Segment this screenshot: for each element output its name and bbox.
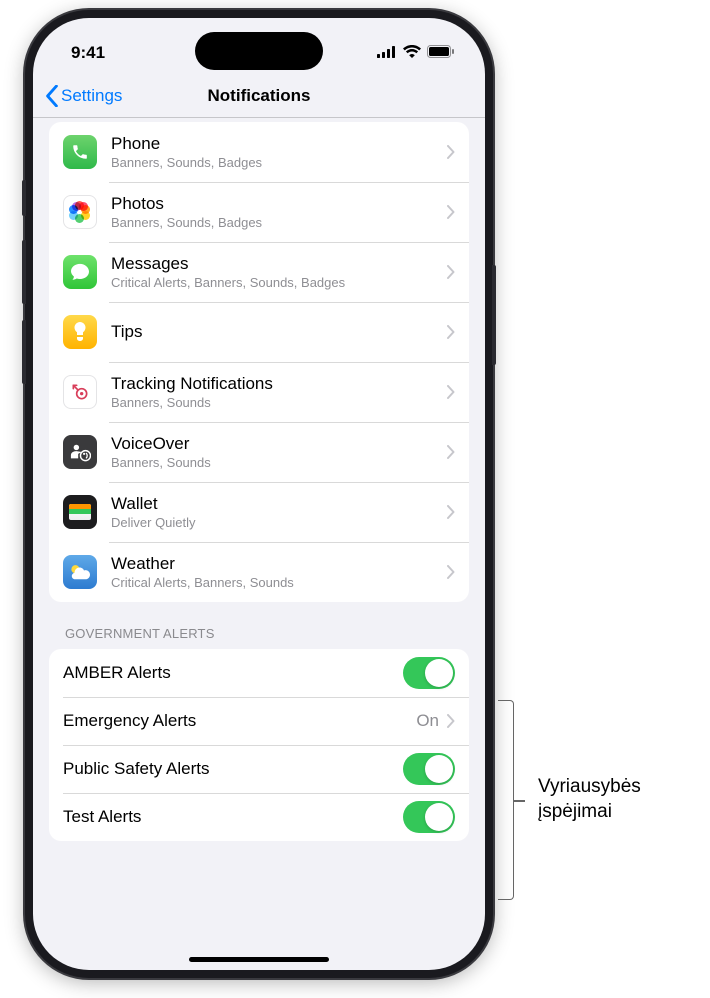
chevron-right-icon <box>447 565 455 579</box>
messages-icon <box>63 255 97 289</box>
chevron-right-icon <box>447 385 455 399</box>
phone-frame: 9:41 Settings Notifications PhoneB <box>25 10 493 978</box>
annotation-callout: Vyriausybės įspėjimai <box>498 700 641 900</box>
chevron-right-icon <box>447 325 455 339</box>
app-title: Tips <box>111 322 447 342</box>
government-alerts-list: AMBER Alerts Emergency AlertsOn Public Saf… <box>49 649 469 841</box>
app-title: Photos <box>111 194 447 214</box>
app-notification-list: PhoneBanners, Sounds, BadgesPhotosBanner… <box>49 122 469 602</box>
home-indicator[interactable] <box>189 957 329 962</box>
app-title: Weather <box>111 554 447 574</box>
app-subtitle: Critical Alerts, Banners, Sounds, Badges <box>111 275 447 290</box>
section-header-government-alerts: Government Alerts <box>49 602 469 649</box>
back-button[interactable]: Settings <box>45 85 122 107</box>
screen: 9:41 Settings Notifications PhoneB <box>33 18 485 970</box>
app-subtitle: Deliver Quietly <box>111 515 447 530</box>
app-row-tips[interactable]: Tips <box>49 302 469 362</box>
app-title: VoiceOver <box>111 434 447 454</box>
toggle-switch[interactable] <box>403 801 455 833</box>
gov-row-public-safety-alerts[interactable]: Public Safety Alerts <box>49 745 469 793</box>
app-row-phone[interactable]: PhoneBanners, Sounds, Badges <box>49 122 469 182</box>
row-value: On <box>416 711 439 731</box>
weather-icon <box>63 555 97 589</box>
row-label: AMBER Alerts <box>63 663 403 683</box>
app-subtitle: Banners, Sounds <box>111 455 447 470</box>
dynamic-island <box>195 32 323 70</box>
app-subtitle: Banners, Sounds, Badges <box>111 215 447 230</box>
chevron-right-icon <box>447 265 455 279</box>
chevron-right-icon <box>447 145 455 159</box>
mute-switch[interactable] <box>22 180 26 216</box>
app-row-wallet[interactable]: WalletDeliver Quietly <box>49 482 469 542</box>
status-time: 9:41 <box>71 43 105 63</box>
phone-icon <box>63 135 97 169</box>
tips-icon <box>63 315 97 349</box>
row-label: Test Alerts <box>63 807 403 827</box>
callout-label: Vyriausybės įspėjimai <box>538 775 641 824</box>
gov-row-test-alerts[interactable]: Test Alerts <box>49 793 469 841</box>
app-title: Messages <box>111 254 447 274</box>
page-title: Notifications <box>208 86 311 106</box>
power-button[interactable] <box>492 265 496 365</box>
tracking-icon <box>63 375 97 409</box>
app-subtitle: Banners, Sounds <box>111 395 447 410</box>
app-row-weather[interactable]: WeatherCritical Alerts, Banners, Sounds <box>49 542 469 602</box>
voiceover-icon <box>63 435 97 469</box>
chevron-right-icon <box>447 205 455 219</box>
gov-row-emergency-alerts[interactable]: Emergency AlertsOn <box>49 697 469 745</box>
chevron-right-icon <box>447 445 455 459</box>
volume-up-button[interactable] <box>22 240 26 304</box>
app-subtitle: Critical Alerts, Banners, Sounds <box>111 575 447 590</box>
row-label: Public Safety Alerts <box>63 759 403 779</box>
nav-bar: Settings Notifications <box>33 74 485 118</box>
chevron-right-icon <box>447 714 455 728</box>
app-title: Wallet <box>111 494 447 514</box>
row-label: Emergency Alerts <box>63 711 416 731</box>
gov-row-amber-alerts[interactable]: AMBER Alerts <box>49 649 469 697</box>
app-title: Tracking Notifications <box>111 374 447 394</box>
app-subtitle: Banners, Sounds, Badges <box>111 155 447 170</box>
wallet-icon <box>63 495 97 529</box>
chevron-right-icon <box>447 505 455 519</box>
toggle-switch[interactable] <box>403 753 455 785</box>
back-label: Settings <box>61 86 122 106</box>
app-row-photos[interactable]: PhotosBanners, Sounds, Badges <box>49 182 469 242</box>
battery-icon <box>427 43 455 63</box>
wifi-icon <box>403 43 421 63</box>
cellular-icon <box>377 43 397 63</box>
app-row-voiceover[interactable]: VoiceOverBanners, Sounds <box>49 422 469 482</box>
toggle-switch[interactable] <box>403 657 455 689</box>
app-title: Phone <box>111 134 447 154</box>
photos-icon <box>63 195 97 229</box>
app-row-tracking-notifications[interactable]: Tracking NotificationsBanners, Sounds <box>49 362 469 422</box>
app-row-messages[interactable]: MessagesCritical Alerts, Banners, Sounds… <box>49 242 469 302</box>
content[interactable]: PhoneBanners, Sounds, BadgesPhotosBanner… <box>33 118 485 970</box>
volume-down-button[interactable] <box>22 320 26 384</box>
